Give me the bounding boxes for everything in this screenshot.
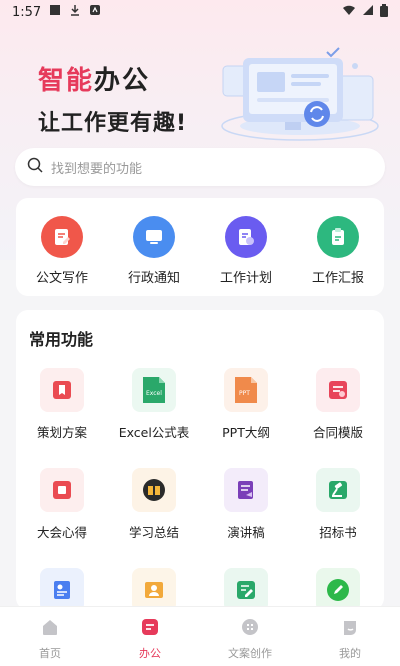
- function-label: 大会心得: [36, 525, 87, 540]
- bottom-navigation: 首页 办公 文案创作 我的: [0, 606, 400, 666]
- nav-item-copywriting[interactable]: 文案创作: [200, 607, 300, 666]
- quick-action-work-plan[interactable]: 工作计划: [206, 216, 286, 286]
- notification-square-icon: [49, 4, 61, 20]
- home-icon: [40, 617, 60, 641]
- user-card-icon: [132, 568, 176, 610]
- pen-circle-icon: [316, 568, 360, 610]
- monitor-icon: [133, 216, 175, 258]
- quick-action-admin-notice[interactable]: 行政通知: [114, 216, 194, 286]
- quick-action-label: 工作计划: [219, 271, 272, 286]
- function-item-user-card[interactable]: [108, 568, 200, 610]
- hero-title: 智能办公: [38, 60, 187, 97]
- search-icon: [27, 157, 43, 177]
- nav-item-profile[interactable]: 我的: [300, 607, 400, 666]
- function-label: 策划方案: [36, 425, 87, 440]
- nav-label: 首页: [39, 647, 61, 660]
- quick-action-work-report[interactable]: 工作汇报: [298, 216, 378, 286]
- nav-label: 我的: [339, 647, 361, 660]
- computer-illustration-icon: [205, 46, 380, 146]
- status-time: 1:57: [12, 4, 42, 20]
- profile-icon: [340, 617, 360, 641]
- function-label: Excel公式表: [118, 425, 190, 440]
- quick-action-official-writing[interactable]: 公文写作: [22, 216, 102, 286]
- hero-title-accent: 智能: [38, 66, 95, 96]
- nav-label: 办公: [139, 647, 161, 660]
- function-item-speech[interactable]: 演讲稿: [200, 468, 292, 568]
- search-bar[interactable]: 找到想要的功能: [15, 148, 385, 186]
- contract-icon: [316, 368, 360, 412]
- quick-action-label: 公文写作: [35, 271, 88, 286]
- function-item-plan-scheme[interactable]: 策划方案: [16, 368, 108, 468]
- document-write-icon: [41, 216, 83, 258]
- function-label: 学习总结: [128, 525, 179, 540]
- download-icon: [69, 4, 81, 20]
- quick-action-label: 工作汇报: [311, 271, 364, 286]
- hero-title-rest: 办公: [94, 66, 151, 96]
- function-item-pen[interactable]: [292, 568, 384, 610]
- study-book-icon: [132, 468, 176, 512]
- office-icon: [140, 617, 160, 641]
- function-item-contract[interactable]: 合同模版: [292, 368, 384, 468]
- speech-draft-icon: [224, 468, 268, 512]
- nav-item-office[interactable]: 办公: [100, 607, 200, 666]
- svg-text:PPT: PPT: [239, 390, 250, 397]
- plan-scheme-icon: [40, 368, 84, 412]
- function-label: PPT大纲: [222, 425, 270, 440]
- section-title: 常用功能: [29, 330, 94, 349]
- function-label: 招标书: [319, 525, 357, 540]
- common-functions-card: 常用功能 策划方案 Excel Excel公式表 PPT PPT大纲 合同模版 …: [16, 310, 384, 610]
- excel-icon: Excel: [132, 368, 176, 412]
- function-item-ppt[interactable]: PPT PPT大纲: [200, 368, 292, 468]
- function-item-study-summary[interactable]: 学习总结: [108, 468, 200, 568]
- function-label: 演讲稿: [227, 525, 265, 540]
- function-item-excel[interactable]: Excel Excel公式表: [108, 368, 200, 468]
- quick-actions-card: 公文写作 行政通知 工作计划 工作汇报: [16, 198, 384, 296]
- battery-icon: [380, 3, 388, 21]
- wifi-icon: [342, 4, 356, 20]
- nav-label: 文案创作: [228, 647, 272, 660]
- ppt-icon: PPT: [224, 368, 268, 412]
- search-input[interactable]: 找到想要的功能: [51, 158, 142, 177]
- function-item-tender[interactable]: 招标书: [292, 468, 384, 568]
- function-label: 合同模版: [312, 425, 363, 440]
- quick-action-label: 行政通知: [127, 271, 180, 286]
- svg-text:Excel: Excel: [146, 390, 162, 397]
- gavel-icon: [316, 468, 360, 512]
- function-item-meeting-notes[interactable]: 大会心得: [16, 468, 108, 568]
- nav-item-home[interactable]: 首页: [0, 607, 100, 666]
- hero-subtitle: 让工作更有趣!: [38, 111, 188, 136]
- hero-banner: 智能办公 让工作更有趣!: [38, 60, 187, 137]
- signal-icon: [362, 4, 374, 20]
- status-bar: 1:57: [0, 0, 400, 24]
- report-clipboard-icon: [317, 216, 359, 258]
- plan-doc-icon: [225, 216, 267, 258]
- function-item-edit-doc[interactable]: [200, 568, 292, 610]
- function-item-profile-doc[interactable]: [16, 568, 108, 610]
- app-notification-icon: [89, 4, 101, 20]
- function-grid: 策划方案 Excel Excel公式表 PPT PPT大纲 合同模版 大会心得 …: [16, 368, 384, 610]
- profile-doc-icon: [40, 568, 84, 610]
- edit-doc-icon: [224, 568, 268, 610]
- meeting-notes-icon: [40, 468, 84, 512]
- copywriting-icon: [240, 617, 260, 641]
